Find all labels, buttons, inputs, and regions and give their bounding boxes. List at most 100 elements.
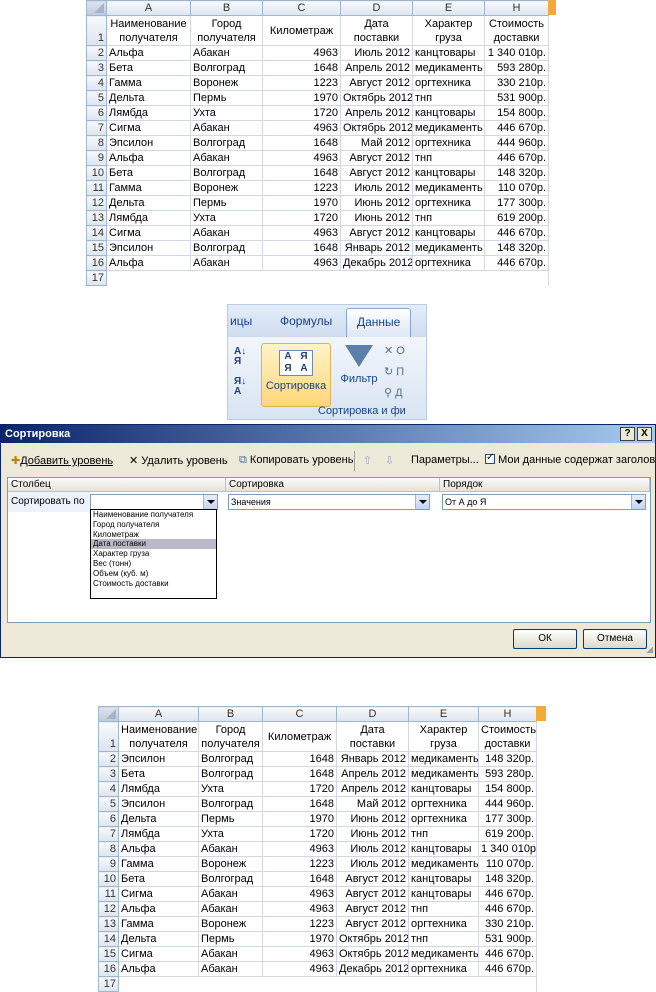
table-cell[interactable]: Октябрь 2012: [340, 120, 413, 136]
table-cell[interactable]: Абакан: [198, 886, 263, 902]
table-cell[interactable]: Октябрь 2012: [336, 931, 409, 947]
row-number[interactable]: 9: [86, 150, 107, 166]
header-cell[interactable]: Километраж: [262, 721, 337, 752]
header-cell[interactable]: Город получателя: [190, 15, 263, 46]
order-combo[interactable]: От А до Я: [442, 494, 646, 510]
header-cell[interactable]: Стоимость доставки: [484, 15, 549, 46]
help-button[interactable]: ?: [620, 427, 635, 441]
table-cell[interactable]: 1 340 010р.: [478, 841, 537, 857]
cancel-button[interactable]: Отмена: [583, 629, 647, 649]
table-cell[interactable]: Абакан: [190, 150, 263, 166]
table-cell[interactable]: 148 320р.: [478, 751, 537, 767]
table-cell[interactable]: Пермь: [190, 90, 263, 106]
dropdown-option[interactable]: Объем (куб. м): [91, 569, 216, 579]
row-number[interactable]: 10: [86, 165, 107, 181]
table-cell[interactable]: Волгоград: [198, 766, 263, 782]
close-button[interactable]: X: [637, 427, 652, 441]
sort-descending-icon[interactable]: Я↓ А: [234, 377, 246, 397]
ok-button[interactable]: ОК: [513, 629, 577, 649]
table-cell[interactable]: Альфа: [118, 961, 199, 977]
table-cell[interactable]: медикаменть: [408, 766, 479, 782]
table-cell[interactable]: 444 960р.: [484, 135, 549, 151]
table-cell[interactable]: Бета: [118, 871, 199, 887]
table-cell[interactable]: Ухта: [190, 105, 263, 121]
table-cell[interactable]: Эпсилон: [106, 135, 191, 151]
move-down-icon[interactable]: ⇩: [385, 454, 394, 467]
table-cell[interactable]: Сигма: [118, 886, 199, 902]
row-number[interactable]: 14: [86, 225, 107, 241]
table-cell[interactable]: 446 670р.: [478, 946, 537, 962]
dropdown-option[interactable]: Наименование получателя: [91, 510, 216, 520]
table-cell[interactable]: 1970: [262, 195, 341, 211]
table-cell[interactable]: 446 670р.: [484, 150, 549, 166]
table-cell[interactable]: 1720: [262, 105, 341, 121]
table-cell[interactable]: 4963: [262, 255, 341, 271]
col-header-a[interactable]: A: [106, 0, 191, 16]
table-cell[interactable]: Ухта: [198, 781, 263, 797]
row-number[interactable]: 5: [98, 796, 119, 812]
table-cell[interactable]: Лямбда: [118, 781, 199, 797]
table-cell[interactable]: 148 320р.: [478, 871, 537, 887]
header-cell[interactable]: Километраж: [262, 15, 341, 46]
table-cell[interactable]: 1648: [262, 796, 337, 812]
table-cell[interactable]: 4963: [262, 841, 337, 857]
table-cell[interactable]: Октябрь 2012: [340, 90, 413, 106]
table-cell[interactable]: 4963: [262, 45, 341, 61]
clear-filter-button[interactable]: ✕ О: [384, 341, 405, 362]
table-cell[interactable]: 1720: [262, 210, 341, 226]
table-cell[interactable]: 1648: [262, 751, 337, 767]
table-cell[interactable]: Воронеж: [190, 180, 263, 196]
table-cell[interactable]: 446 670р.: [478, 961, 537, 977]
table-cell[interactable]: 4963: [262, 961, 337, 977]
table-cell[interactable]: Сигма: [106, 225, 191, 241]
table-cell[interactable]: 1 340 010р.: [484, 45, 549, 61]
header-cell[interactable]: Стоимость доставки: [478, 721, 537, 752]
table-cell[interactable]: 4963: [262, 901, 337, 917]
table-cell[interactable]: Волгоград: [198, 796, 263, 812]
table-cell[interactable]: Воронеж: [198, 916, 263, 932]
table-cell[interactable]: Июнь 2012: [336, 811, 409, 827]
table-cell[interactable]: 1648: [262, 60, 341, 76]
sort-ascending-icon[interactable]: А↓ Я: [234, 347, 246, 367]
table-cell[interactable]: Абакан: [190, 120, 263, 136]
table-cell[interactable]: Апрель 2012: [336, 781, 409, 797]
col-header-d[interactable]: D: [340, 0, 413, 16]
table-cell[interactable]: канцтовары: [408, 871, 479, 887]
table-cell[interactable]: Абакан: [198, 961, 263, 977]
table-cell[interactable]: Абакан: [190, 225, 263, 241]
table-cell[interactable]: 148 320р.: [484, 165, 549, 181]
table-cell[interactable]: 1223: [262, 856, 337, 872]
table-cell[interactable]: Сигма: [118, 946, 199, 962]
row-number[interactable]: 17: [98, 976, 119, 992]
row-number[interactable]: 9: [98, 856, 119, 872]
table-cell[interactable]: Пермь: [198, 931, 263, 947]
table-cell[interactable]: Волгоград: [198, 871, 263, 887]
table-cell[interactable]: медикаменть: [412, 180, 485, 196]
table-cell[interactable]: Апрель 2012: [340, 105, 413, 121]
table-cell[interactable]: Лямбда: [106, 210, 191, 226]
select-all-corner[interactable]: [98, 706, 119, 722]
header-cell[interactable]: Наименование получателя: [106, 15, 191, 46]
table-cell[interactable]: канцтовары: [408, 841, 479, 857]
table-cell[interactable]: Дельта: [118, 811, 199, 827]
row-number[interactable]: 4: [86, 75, 107, 91]
row-number[interactable]: 6: [86, 105, 107, 121]
table-cell[interactable]: Июль 2012: [336, 841, 409, 857]
table-cell[interactable]: оргтехника: [412, 255, 485, 271]
row-number[interactable]: 11: [86, 180, 107, 196]
table-cell[interactable]: Альфа: [106, 255, 191, 271]
row-number[interactable]: 4: [98, 781, 119, 797]
table-cell[interactable]: Январь 2012: [340, 240, 413, 256]
table-cell[interactable]: оргтехника: [412, 195, 485, 211]
dropdown-option[interactable]: Город получателя: [91, 520, 216, 530]
table-cell[interactable]: Воронеж: [190, 75, 263, 91]
row-number[interactable]: 5: [86, 90, 107, 106]
col-header-h[interactable]: H: [484, 0, 549, 16]
table-cell[interactable]: тнп: [408, 901, 479, 917]
table-cell[interactable]: 1970: [262, 931, 337, 947]
header-cell[interactable]: Характер груза: [408, 721, 479, 752]
row-number[interactable]: 15: [86, 240, 107, 256]
table-cell[interactable]: 154 800р.: [478, 781, 537, 797]
table-cell[interactable]: 446 670р.: [478, 901, 537, 917]
table-cell[interactable]: Декабрь 2012: [336, 961, 409, 977]
